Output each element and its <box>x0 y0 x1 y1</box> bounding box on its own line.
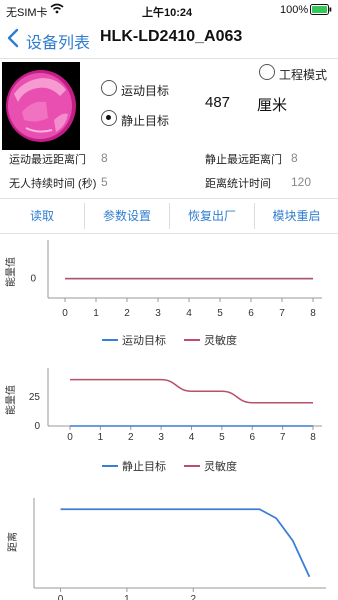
sensitivity-line <box>69 378 313 404</box>
y-axis-label: 能量值 <box>4 385 17 415</box>
x-tick-label: 4 <box>186 308 192 319</box>
x-tick-label: 8 <box>310 432 316 443</box>
x-tick-label: 5 <box>217 308 223 319</box>
moving-target-radio[interactable] <box>101 80 117 96</box>
x-tick-label: 8 <box>310 308 316 319</box>
x-tick-label: 6 <box>249 432 255 443</box>
x-tick-label: 0 <box>58 594 64 600</box>
x-tick-label: 7 <box>280 432 286 443</box>
x-tick-label: 2 <box>124 308 130 319</box>
static-target-label: 静止目标 <box>121 114 170 128</box>
engineering-mode-label: 工程模式 <box>279 68 328 82</box>
distance-value: 487 <box>205 94 231 111</box>
no-one-duration-label: 无人持续时间 (秒) <box>9 178 97 190</box>
param-settings-button[interactable]: 参数设置 <box>85 199 169 233</box>
device-image <box>2 62 80 150</box>
distance-stat-time-label: 距离统计时间 <box>205 178 271 190</box>
y-tick-label: 0 <box>30 274 36 285</box>
action-button-bar: 读取 参数设置 恢复出厂 模块重启 <box>0 198 338 234</box>
wifi-icon <box>50 3 64 17</box>
x-tick-label: 3 <box>158 432 164 443</box>
read-button[interactable]: 读取 <box>0 199 84 233</box>
legend-label-sensitivity: 灵敏度 <box>204 459 237 473</box>
engineering-mode-radio[interactable] <box>259 64 275 80</box>
no-one-duration-value[interactable]: 5 <box>101 175 108 189</box>
x-tick-label: 1 <box>124 594 130 600</box>
nav-bar: 设备列表 HLK-LD2410_A063 <box>0 20 338 59</box>
x-tick-label: 0 <box>67 432 73 443</box>
y-tick-label: 0 <box>34 421 40 432</box>
x-tick-label: 4 <box>189 432 195 443</box>
clock: 上午10:24 <box>142 7 193 19</box>
x-tick-label: 6 <box>248 308 254 319</box>
page-title: HLK-LD2410_A063 <box>100 28 243 45</box>
x-tick-label: 7 <box>279 308 285 319</box>
module-restart-button[interactable]: 模块重启 <box>255 199 338 233</box>
distance-stat-time-value[interactable]: 120 <box>291 175 311 189</box>
distance-line <box>60 508 311 578</box>
static-max-gate-label: 静止最远距离门 <box>205 154 282 166</box>
y-tick-label: 25 <box>29 392 41 403</box>
legend-label-moving: 运动目标 <box>122 333 166 347</box>
back-chevron-icon[interactable] <box>6 27 20 49</box>
moving-energy-chart: 能量值 0 0 1 2 3 4 5 6 7 8 运动目标 灵敏度 <box>4 240 322 347</box>
distance-chart: 距离 0 1 2 <box>6 498 326 600</box>
x-tick-label: 0 <box>62 308 68 319</box>
y-axis-label: 距离 <box>6 532 19 552</box>
x-tick-label: 2 <box>128 432 134 443</box>
status-bar: 无SIM卡 上午10:24 100% <box>0 0 338 20</box>
static-target-radio[interactable] <box>101 110 117 126</box>
static-energy-chart: 能量值 0 25 0 1 2 3 4 5 6 7 8 静止目标 灵敏度 <box>4 368 322 473</box>
battery-icon <box>310 4 332 18</box>
legend-label-sensitivity: 灵敏度 <box>204 333 237 347</box>
x-tick-label: 1 <box>98 432 104 443</box>
moving-max-gate-value[interactable]: 8 <box>101 151 108 165</box>
carrier-label: 无SIM卡 <box>6 7 48 19</box>
moving-max-gate-label: 运动最远距离门 <box>9 154 86 166</box>
back-button[interactable]: 设备列表 <box>26 29 90 53</box>
x-tick-label: 1 <box>93 308 99 319</box>
distance-unit: 厘米 <box>257 97 288 114</box>
static-max-gate-value[interactable]: 8 <box>291 151 298 165</box>
legend-label-static: 静止目标 <box>122 459 166 473</box>
battery-percent: 100% <box>280 4 309 16</box>
x-tick-label: 5 <box>219 432 225 443</box>
x-tick-label: 3 <box>155 308 161 319</box>
factory-reset-button[interactable]: 恢复出厂 <box>170 199 254 233</box>
y-axis-label: 能量值 <box>4 257 17 287</box>
x-tick-label: 2 <box>190 594 196 600</box>
moving-target-label: 运动目标 <box>121 84 170 98</box>
